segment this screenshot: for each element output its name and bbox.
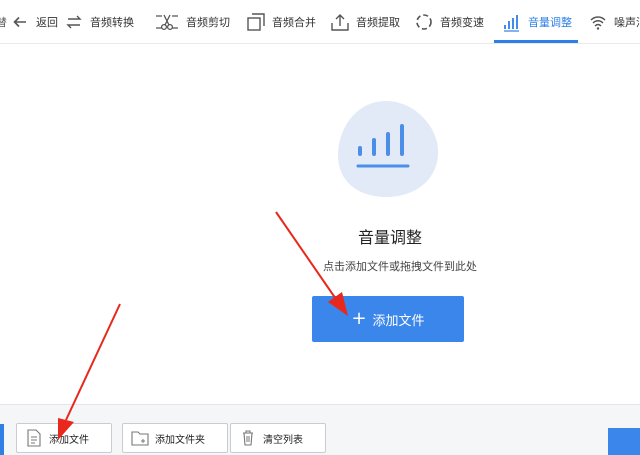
bottom-add-file-button[interactable]: 添加文件	[16, 423, 112, 453]
active-tab-indicator	[494, 40, 578, 43]
scissors-icon	[154, 12, 180, 32]
drop-hint: 点击添加文件或拖拽文件到此处	[323, 260, 477, 273]
tab-audio-merge-label: 音频合并	[272, 16, 316, 29]
start-button-partial[interactable]	[608, 428, 640, 455]
tab-volume-adjust[interactable]: 音量调整	[502, 0, 572, 43]
tab-volume-adjust-label: 音量调整	[528, 16, 572, 29]
app-window: 替 返回 音频转换 音频剪切 音频合并	[0, 0, 640, 455]
tab-audio-speed[interactable]: 音频变速	[414, 0, 484, 43]
volume-bars-icon	[502, 12, 522, 32]
back-label: 返回	[36, 16, 58, 29]
back-button[interactable]: 返回	[10, 0, 58, 43]
bottom-add-folder-label: 添加文件夹	[155, 434, 205, 446]
drop-area[interactable]: 音量调整 点击添加文件或拖拽文件到此处 + 添加文件	[0, 44, 640, 404]
clear-list-label: 清空列表	[263, 434, 303, 446]
bottom-add-folder-button[interactable]: 添加文件夹	[122, 423, 228, 453]
wifi-waves-icon	[588, 12, 608, 32]
tab-audio-cut-label: 音频剪切	[186, 16, 230, 29]
tab-audio-convert[interactable]: 音频转换	[64, 0, 134, 43]
folder-add-icon	[131, 429, 149, 447]
tab-audio-convert-label: 音频转换	[90, 16, 134, 29]
swap-arrows-icon	[64, 12, 84, 32]
tab-audio-cut[interactable]: 音频剪切	[154, 0, 230, 43]
tab-noise-reduce[interactable]: 噪声消	[588, 0, 640, 43]
top-toolbar: 替 返回 音频转换 音频剪切 音频合并	[0, 0, 640, 44]
file-add-icon	[25, 429, 43, 447]
tab-audio-speed-label: 音频变速	[440, 16, 484, 29]
plus-icon: +	[351, 308, 367, 329]
tab-audio-extract[interactable]: 音频提取	[330, 0, 400, 43]
tab-audio-merge[interactable]: 音频合并	[246, 0, 316, 43]
toolbar-cut-glyph: 替	[0, 0, 7, 43]
tab-noise-reduce-label: 噪声消	[614, 16, 640, 29]
trash-icon	[239, 429, 257, 447]
clear-list-button[interactable]: 清空列表	[230, 423, 326, 453]
volume-bars-icon	[338, 101, 439, 197]
upload-tray-icon	[330, 12, 350, 32]
merge-squares-icon	[246, 12, 266, 32]
bottom-add-file-label: 添加文件	[49, 434, 89, 446]
add-file-button-label: 添加文件	[372, 313, 425, 329]
dotted-ring-icon	[414, 12, 434, 32]
left-edge-accent	[0, 424, 4, 455]
page-title: 音量调整	[357, 228, 422, 247]
arrow-left-icon	[10, 12, 30, 32]
hero-illustration	[336, 99, 440, 199]
add-file-button[interactable]: + 添加文件	[312, 296, 464, 342]
tab-audio-extract-label: 音频提取	[356, 16, 400, 29]
